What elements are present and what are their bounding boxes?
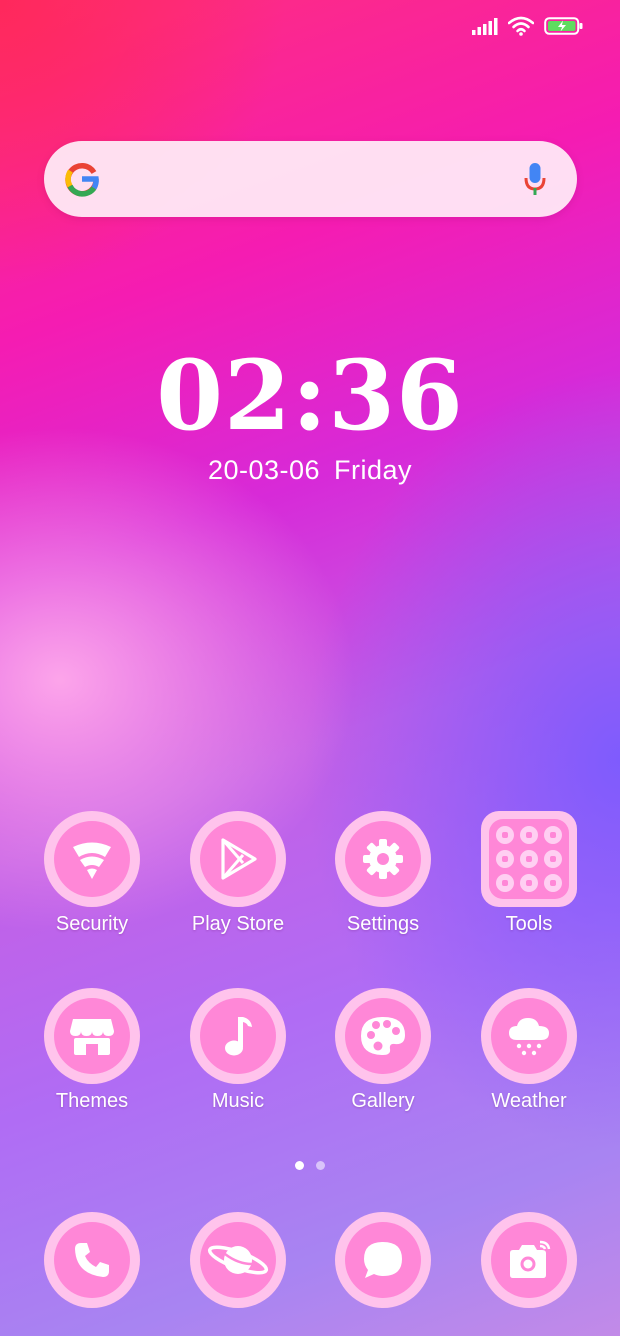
phone-icon bbox=[75, 1243, 109, 1277]
app-label: Security bbox=[55, 913, 129, 935]
folder-tools[interactable]: Tools bbox=[454, 811, 604, 936]
app-label: Gallery bbox=[351, 1090, 415, 1112]
app-play-store[interactable]: Play Store bbox=[163, 811, 313, 936]
snow-cloud-icon bbox=[509, 1018, 549, 1056]
camera-icon bbox=[510, 1240, 551, 1278]
app-label: Play Store bbox=[191, 913, 285, 935]
app-gallery[interactable]: Gallery bbox=[308, 988, 458, 1113]
dock-camera[interactable] bbox=[454, 1212, 604, 1308]
palette-icon bbox=[361, 1017, 405, 1055]
app-weather[interactable]: Weather bbox=[454, 988, 604, 1113]
app-label: Tools bbox=[505, 913, 553, 935]
security-shield-icon bbox=[73, 842, 111, 879]
signal-icon bbox=[472, 18, 498, 35]
date-text: 20-03-06 bbox=[207, 455, 321, 485]
wifi-icon bbox=[508, 16, 534, 36]
app-label: Weather bbox=[491, 1090, 567, 1112]
dock-browser[interactable] bbox=[163, 1212, 313, 1308]
app-label: Music bbox=[211, 1090, 265, 1112]
battery-charging-icon bbox=[544, 17, 583, 35]
store-awning-icon bbox=[70, 1019, 114, 1055]
weekday-text: Friday bbox=[334, 455, 413, 485]
gear-icon bbox=[363, 839, 403, 879]
play-store-icon bbox=[221, 838, 257, 880]
app-label: Settings bbox=[346, 913, 420, 935]
google-logo bbox=[65, 163, 99, 197]
mic-icon[interactable] bbox=[523, 161, 547, 197]
dock-phone[interactable] bbox=[17, 1212, 167, 1308]
clock-time[interactable]: 02:36 bbox=[0, 348, 620, 444]
music-note-icon bbox=[225, 1017, 252, 1056]
page-dot[interactable] bbox=[316, 1161, 325, 1170]
app-music[interactable]: Music bbox=[163, 988, 313, 1113]
app-security[interactable]: Security bbox=[17, 811, 167, 936]
status-bar bbox=[472, 16, 584, 36]
google-search-bar[interactable] bbox=[44, 141, 577, 217]
app-themes[interactable]: Themes bbox=[17, 988, 167, 1113]
folder-grid-icon bbox=[489, 819, 569, 899]
page-indicator bbox=[0, 1161, 620, 1170]
dock-messages[interactable] bbox=[308, 1212, 458, 1308]
page-dot-active[interactable] bbox=[295, 1161, 304, 1170]
chat-bubble-icon bbox=[364, 1242, 402, 1278]
clock-date[interactable]: 20-03-06 Friday bbox=[0, 455, 620, 486]
app-label: Themes bbox=[55, 1090, 129, 1112]
app-settings[interactable]: Settings bbox=[308, 811, 458, 936]
planet-icon bbox=[207, 1245, 269, 1275]
